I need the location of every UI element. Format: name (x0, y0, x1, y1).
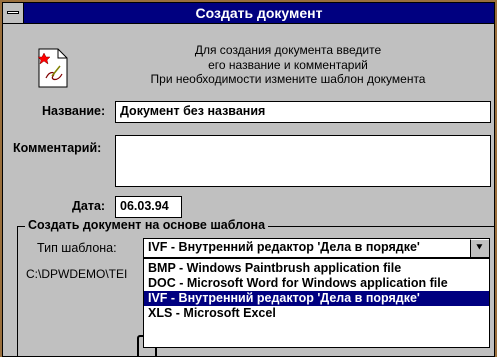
chevron-down-icon: ⯆ (475, 242, 484, 254)
template-type-label: Тип шаблона: (37, 241, 117, 255)
template-dropdown-list[interactable]: BMP - Windows Paintbrush application fil… (143, 258, 490, 348)
date-label: Дата: (72, 199, 106, 213)
intro-line-3: При необходимости измените шаблон докуме… (150, 72, 426, 86)
intro-line-2: его название и комментарий (208, 57, 368, 72)
create-document-dialog: Создать документ Для создания документа … (2, 2, 495, 357)
template-type-select[interactable]: IVF - Внутренний редактор 'Дела в порядк… (143, 238, 490, 258)
comment-label: Комментарий: (13, 141, 102, 155)
option-doc[interactable]: DOC - Microsoft Word for Windows applica… (144, 276, 489, 291)
template-type-value: IVF - Внутренний редактор 'Дела в порядк… (148, 240, 420, 254)
dropdown-button[interactable]: ⯆ (470, 239, 489, 257)
title-bar[interactable]: Создать документ (3, 3, 494, 24)
option-ivf[interactable]: IVF - Внутренний редактор 'Дела в порядк… (144, 291, 489, 306)
comment-input[interactable] (115, 135, 491, 187)
date-input[interactable]: 06.03.94 (115, 196, 182, 218)
option-xls[interactable]: XLS - Microsoft Excel (144, 306, 489, 321)
dialog-title: Создать документ (195, 5, 323, 21)
system-menu-icon[interactable] (3, 3, 24, 23)
name-input[interactable]: Документ без названия (115, 101, 491, 123)
template-group-title: Создать документ на основе шаблона (25, 218, 269, 232)
document-icon (38, 48, 68, 88)
intro-line-1: Для создания документа введите (194, 43, 382, 57)
intro-text: Для создания документа введите его назва… (103, 43, 473, 87)
template-path: C:\DPWDEMO\TEI (26, 267, 128, 281)
option-bmp[interactable]: BMP - Windows Paintbrush application fil… (144, 261, 489, 276)
name-label: Название: (42, 104, 106, 118)
